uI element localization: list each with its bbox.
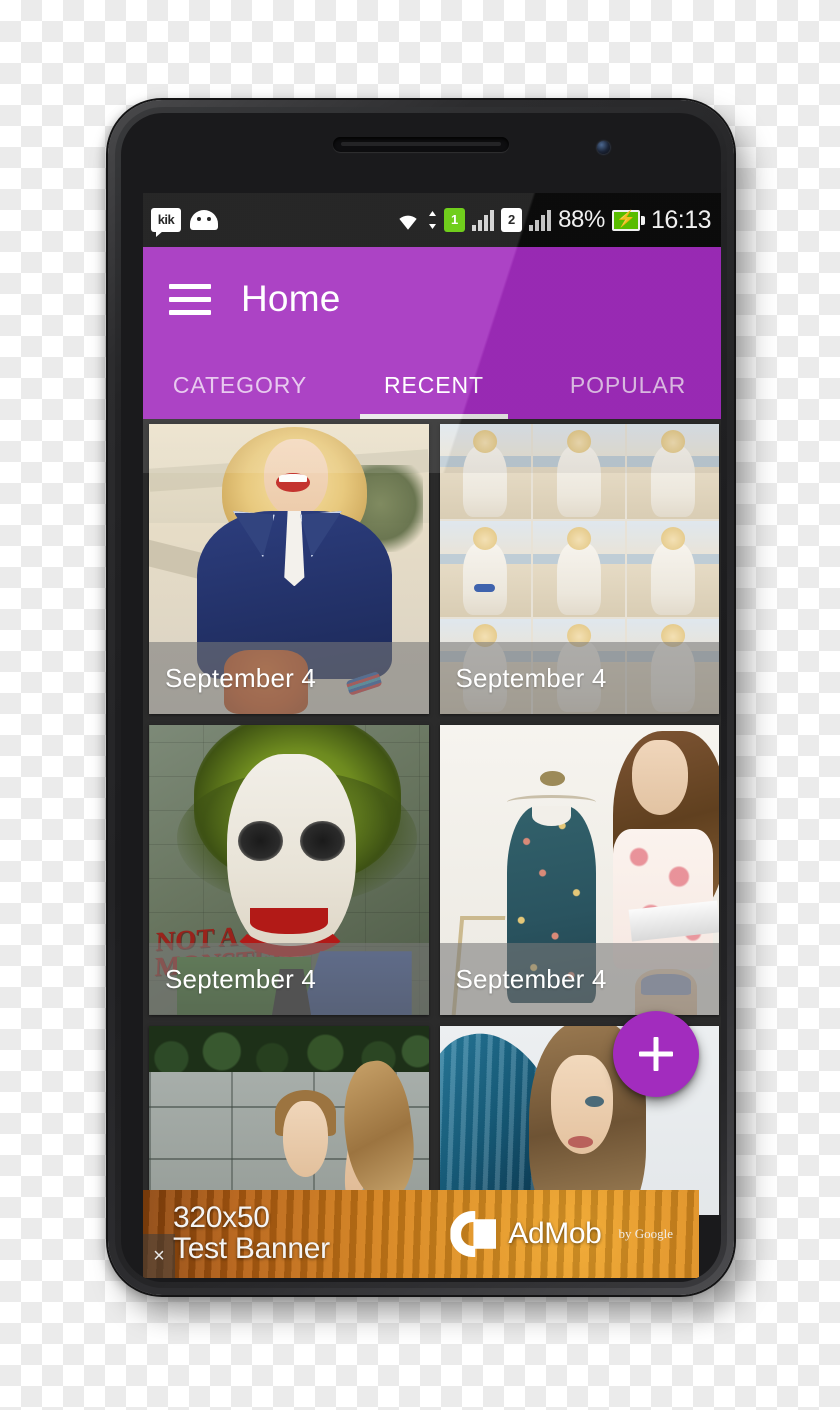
gallery-content: September 4 September 4 NOT A September … bbox=[143, 419, 721, 1215]
wifi-icon bbox=[399, 215, 417, 230]
close-ad-button[interactable]: × bbox=[143, 1234, 175, 1278]
sim2-signal-bars bbox=[529, 209, 552, 231]
status-bar: kik 1 2 88% ⚡ 16:13 bbox=[143, 193, 721, 247]
tab-recent[interactable]: RECENT bbox=[337, 351, 531, 419]
wallpaper-grid: September 4 September 4 NOT A September … bbox=[149, 424, 719, 1215]
earpiece-speaker bbox=[333, 137, 509, 152]
smartphone-device: kik 1 2 88% ⚡ 16:13 Home CATEGORY RECENT… bbox=[108, 100, 734, 1295]
ad-banner-text: 320x50 Test Banner bbox=[173, 1201, 330, 1265]
wallpaper-card[interactable]: September 4 bbox=[149, 424, 429, 714]
tab-bar: CATEGORY RECENT POPULAR bbox=[143, 351, 721, 419]
admob-banner[interactable]: × 320x50 Test Banner AdMob by Google bbox=[143, 1190, 699, 1278]
kik-icon: kik bbox=[151, 208, 181, 237]
sim1-indicator: 1 bbox=[444, 208, 466, 232]
status-bar-notifications: kik bbox=[151, 208, 218, 237]
app-bar-top-row: Home bbox=[143, 247, 721, 351]
status-bar-system-icons: 1 2 88% ⚡ 16:13 bbox=[395, 205, 712, 235]
wallpaper-caption: September 4 bbox=[439, 943, 719, 1015]
phone-front-face: kik 1 2 88% ⚡ 16:13 Home CATEGORY RECENT… bbox=[121, 113, 721, 1282]
ad-banner-size-label: 320x50 bbox=[173, 1201, 270, 1235]
admob-brand-name: AdMob bbox=[508, 1217, 602, 1250]
hamburger-menu-icon[interactable] bbox=[169, 283, 211, 315]
admob-brand-suffix: by Google bbox=[618, 1226, 673, 1241]
wallpaper-card[interactable]: September 4 bbox=[439, 424, 719, 714]
front-camera bbox=[597, 141, 610, 154]
wallpaper-caption: September 4 bbox=[439, 642, 719, 714]
tab-category[interactable]: CATEGORY bbox=[143, 351, 337, 419]
add-wallpaper-fab[interactable] bbox=[613, 1011, 699, 1097]
wallpaper-caption: September 4 bbox=[149, 943, 429, 1015]
page-title: Home bbox=[241, 278, 341, 319]
wallpaper-caption: September 4 bbox=[149, 642, 429, 714]
tab-popular[interactable]: POPULAR bbox=[531, 351, 721, 419]
wallpaper-card[interactable] bbox=[149, 1026, 429, 1215]
wallpaper-card[interactable]: September 4 bbox=[439, 725, 719, 1015]
admob-brand-lockup: AdMob by Google bbox=[450, 1211, 673, 1257]
sim1-signal-bars bbox=[472, 209, 495, 231]
admob-logo-icon bbox=[450, 1211, 497, 1257]
battery-percentage: 88% bbox=[558, 206, 605, 233]
wallpaper-thumbnail-concrete-wall bbox=[149, 1026, 429, 1215]
app-bar: Home CATEGORY RECENT POPULAR bbox=[143, 247, 721, 419]
ad-banner-title: Test Banner bbox=[173, 1232, 330, 1265]
sim2-indicator: 2 bbox=[501, 208, 523, 232]
data-transfer-icon bbox=[429, 211, 437, 229]
status-bar-clock: 16:13 bbox=[650, 205, 712, 234]
android-icon bbox=[190, 210, 218, 230]
phone-screen: kik 1 2 88% ⚡ 16:13 Home CATEGORY RECENT… bbox=[143, 193, 721, 1215]
battery-charging-icon: ⚡ bbox=[611, 209, 645, 231]
wallpaper-card[interactable]: NOT AMONSTER September 4 bbox=[149, 725, 429, 1015]
